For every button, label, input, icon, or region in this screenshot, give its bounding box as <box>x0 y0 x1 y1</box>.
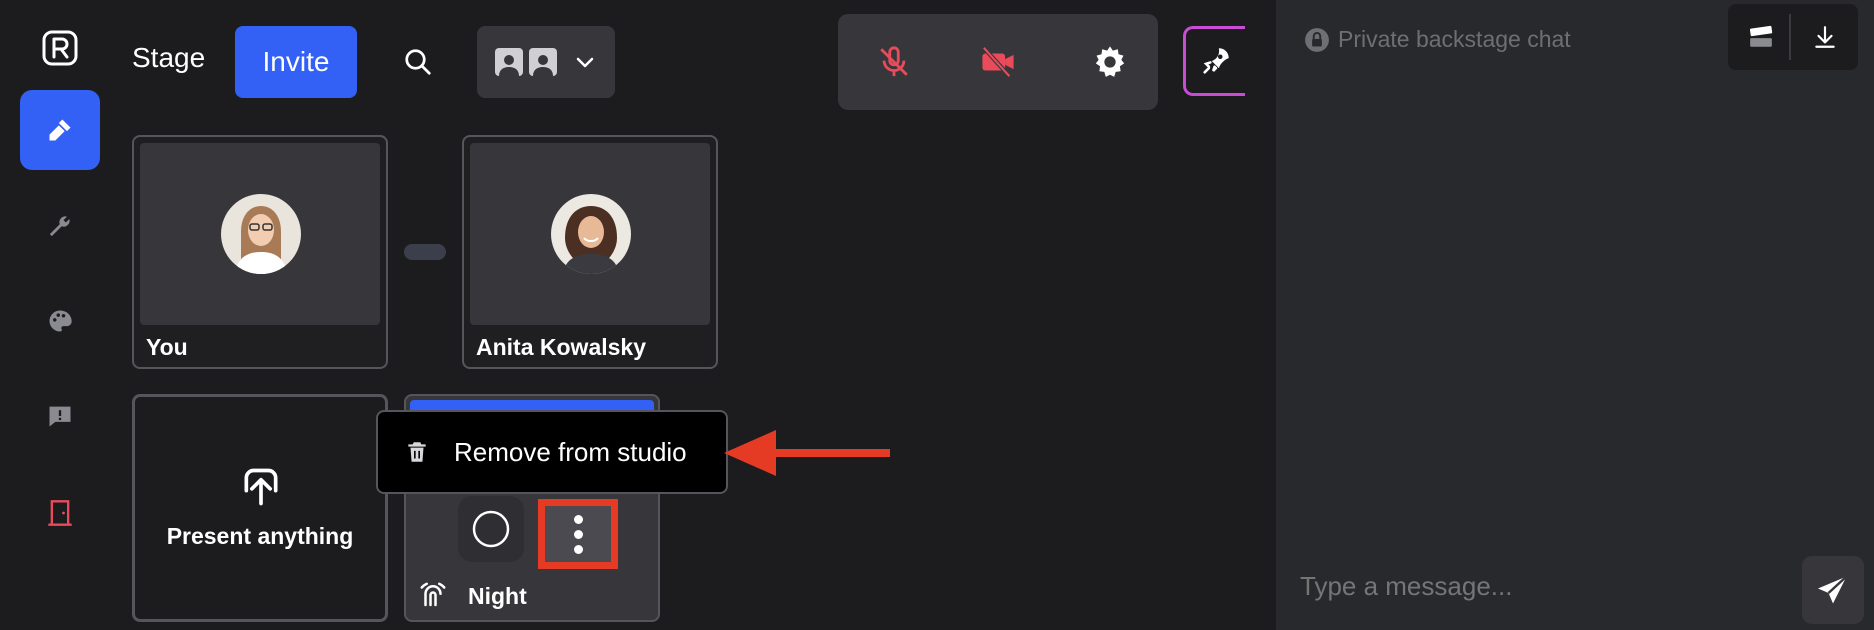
context-menu: Remove from studio <box>376 410 728 494</box>
media-controls <box>838 14 1158 110</box>
invite-button[interactable]: Invite <box>235 26 357 98</box>
gear-icon <box>1095 46 1125 77</box>
more-dot <box>573 514 583 524</box>
download-icon[interactable] <box>1812 24 1838 50</box>
toolbar-divider <box>1789 14 1791 60</box>
participant-tile[interactable]: Anita Kowalsky <box>462 135 718 369</box>
present-anything-label: Present anything <box>166 523 354 549</box>
avatar <box>221 194 301 274</box>
page-title: Stage <box>132 42 206 73</box>
audio-wave-icon <box>420 582 446 607</box>
rail-leave-button[interactable] <box>20 473 100 553</box>
rail-stage-button[interactable] <box>20 90 100 170</box>
lock-icon <box>1305 27 1329 52</box>
rail-feedback-button[interactable] <box>20 376 100 456</box>
backstage-chat-panel <box>1276 0 1874 630</box>
circle-icon <box>472 510 510 548</box>
search-button[interactable] <box>396 40 440 84</box>
feedback-icon <box>49 406 71 427</box>
chat-header: Private backstage chat <box>1304 26 1571 53</box>
trash-icon <box>408 442 426 462</box>
flag-icon[interactable] <box>1748 24 1774 50</box>
send-icon <box>1818 575 1848 604</box>
app-logo[interactable] <box>42 30 78 66</box>
participant-name: You <box>146 334 188 360</box>
rocket-icon <box>1202 48 1229 74</box>
rail-brand-button[interactable] <box>20 281 100 361</box>
person-icon <box>529 48 557 76</box>
chat-title: Private backstage chat <box>1338 26 1571 52</box>
rail-tools-button[interactable] <box>20 186 100 266</box>
scene-select-button[interactable] <box>458 496 524 562</box>
more-dot <box>573 544 583 554</box>
chevron-down-icon <box>576 57 594 68</box>
upload-icon <box>244 468 278 506</box>
chat-message-input[interactable] <box>1298 570 1802 603</box>
exit-door-icon <box>48 500 72 526</box>
wrench-icon <box>49 216 70 237</box>
microphone-muted-icon <box>880 46 908 77</box>
chat-toolbar <box>1728 4 1858 70</box>
layout-selector[interactable] <box>477 26 615 98</box>
microphone-icon <box>49 119 71 141</box>
go-live-button[interactable] <box>1183 26 1245 96</box>
search-icon <box>405 49 431 75</box>
remove-from-studio-item[interactable]: Remove from studio <box>454 437 687 468</box>
more-dot <box>573 529 583 539</box>
camera-toggle-button[interactable] <box>974 38 1022 86</box>
present-anything-tile[interactable]: Present anything <box>132 394 388 622</box>
participant-name: Anita Kowalsky <box>476 334 646 360</box>
mic-toggle-button[interactable] <box>870 38 918 86</box>
scene-name: Night <box>468 583 527 609</box>
tile-connector <box>404 244 446 260</box>
more-options-button[interactable] <box>538 499 618 569</box>
camera-off-icon <box>982 46 1014 78</box>
send-button[interactable] <box>1802 556 1864 624</box>
annotation-arrow <box>724 430 890 476</box>
participant-tile[interactable]: You <box>132 135 388 369</box>
person-icon <box>495 48 523 76</box>
avatar <box>551 194 631 274</box>
palette-icon <box>49 310 72 332</box>
settings-button[interactable] <box>1086 38 1134 86</box>
